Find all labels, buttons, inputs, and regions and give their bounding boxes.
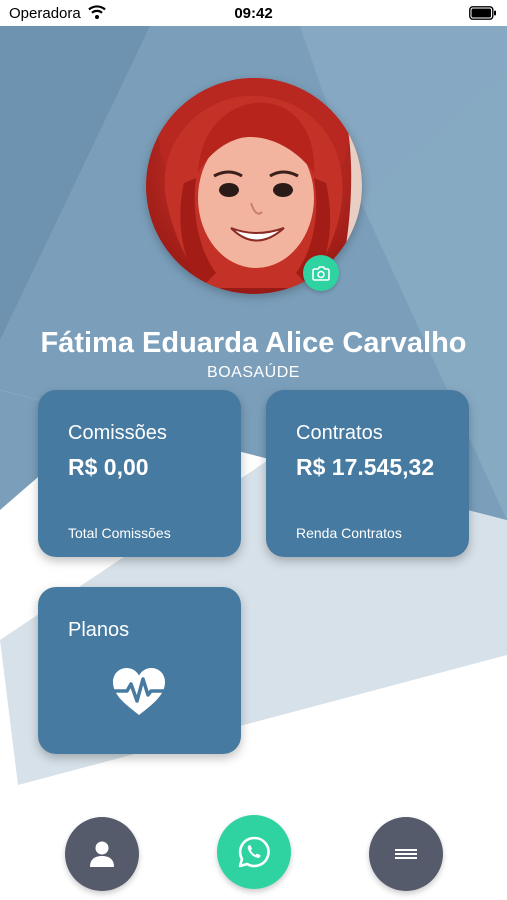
card-caption: Total Comissões (68, 525, 171, 541)
change-photo-button[interactable] (303, 255, 339, 291)
menu-icon (395, 849, 417, 859)
status-bar: Operadora 09:42 (0, 0, 507, 26)
card-title: Contratos (296, 422, 383, 444)
menu-button[interactable] (369, 817, 443, 891)
user-name: Fátima Eduarda Alice Carvalho (40, 327, 467, 359)
clock: 09:42 (234, 5, 273, 22)
contracts-card[interactable]: Contratos R$ 17.545,32 Renda Contratos (266, 390, 469, 557)
card-caption: Renda Contratos (296, 525, 402, 541)
card-title: Comissões (68, 422, 167, 444)
heart-pulse-icon (111, 668, 167, 715)
battery-icon (469, 6, 496, 20)
person-icon (90, 841, 114, 867)
commissions-card[interactable]: Comissões R$ 0,00 Total Comissões (38, 390, 241, 557)
whatsapp-button[interactable] (217, 815, 291, 889)
camera-icon (312, 266, 330, 281)
company-name: BOASAÚDE (207, 364, 300, 381)
card-value: R$ 0,00 (68, 454, 149, 480)
whatsapp-icon (238, 836, 270, 868)
card-value: R$ 17.545,32 (296, 454, 435, 480)
card-title: Planos (68, 619, 130, 641)
plans-card[interactable]: Planos (38, 587, 241, 754)
profile-button[interactable] (65, 817, 139, 891)
